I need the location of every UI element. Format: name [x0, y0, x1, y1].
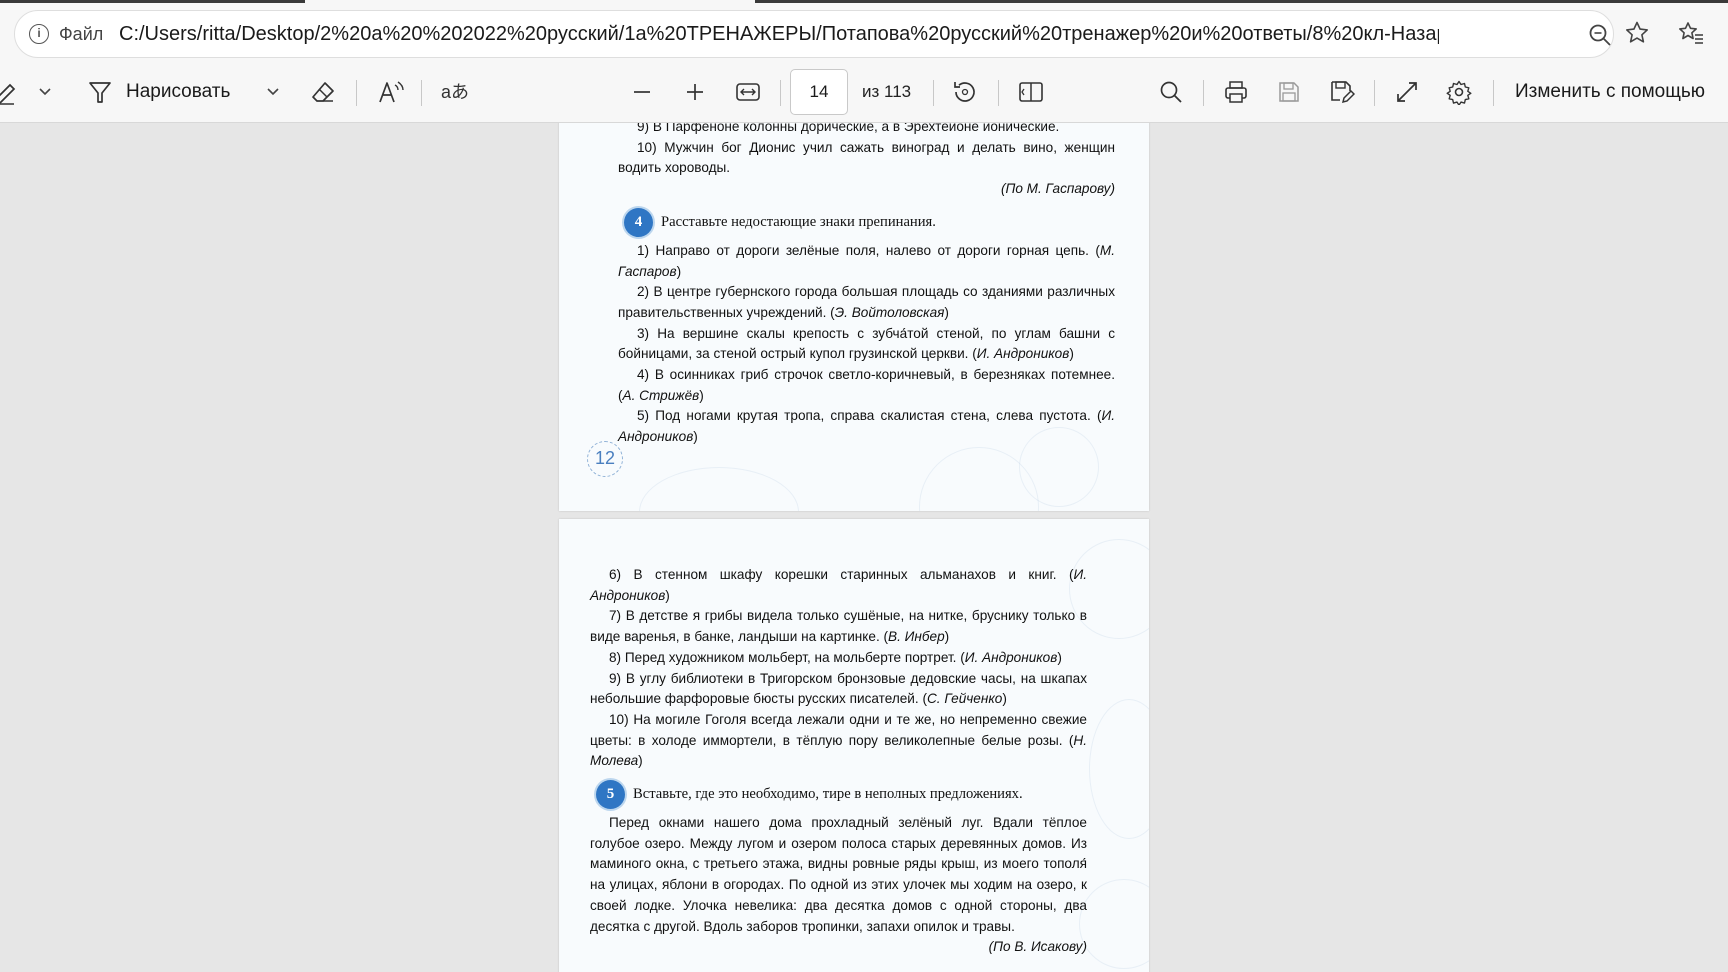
exercise-item: 8) Перед художником мольберт, на мольбер…: [609, 649, 1062, 665]
exercise-item: 3) На вершине скалы крепость с зубча́той…: [618, 325, 1115, 362]
task-instruction: Вставьте, где это необходимо, тире в неп…: [633, 786, 1023, 803]
highlight-icon[interactable]: [0, 77, 18, 107]
eraser-icon[interactable]: [309, 77, 337, 107]
url-text[interactable]: C:/Users/ritta/Desktop/2%20а%20%202022%2…: [119, 23, 1439, 46]
zoom-out-icon[interactable]: [630, 77, 654, 107]
scheme-label: Файл: [59, 24, 104, 44]
save-icon[interactable]: [1275, 77, 1303, 107]
draw-label: Нарисовать: [126, 81, 231, 102]
exercise-item: 1) Направо от дороги зелёные поля, налев…: [618, 242, 1115, 279]
exercise-paragraph: Перед окнами нашего дома прохладный зелё…: [590, 815, 1087, 934]
rotate-icon[interactable]: [951, 77, 979, 107]
pdf-page-13: 6) В стенном шкафу корешки старинных аль…: [559, 519, 1149, 972]
page1-source: (По М. Гаспарову): [1000, 181, 1115, 197]
settings-gear-icon[interactable]: [1445, 77, 1473, 107]
save-as-icon[interactable]: [1328, 77, 1356, 107]
draw-options-chevron-icon[interactable]: [262, 77, 284, 107]
task-5-header: 5 Вставьте, где это необходимо, тире в н…: [596, 780, 1087, 810]
svg-text:aあ: aあ: [441, 82, 469, 102]
fit-width-icon[interactable]: [734, 77, 762, 107]
zoom-in-icon[interactable]: [683, 77, 707, 107]
task-number-badge: 5: [596, 780, 625, 810]
print-icon[interactable]: [1222, 77, 1250, 107]
read-aloud-icon[interactable]: [376, 77, 406, 107]
draw-pen-icon: [89, 82, 111, 103]
page-view-icon[interactable]: [1017, 77, 1045, 107]
task-number-badge: 4: [624, 207, 653, 237]
edit-with-label: Изменить с помощью: [1515, 81, 1706, 102]
page-number-badge: 12: [587, 441, 623, 477]
page-number-input[interactable]: 14: [790, 69, 848, 115]
page1-line: 9) В Парфеноне колонны дорические, а в Э…: [637, 123, 1060, 134]
pdf-toolbar: Нарисовать aあ 14 из 113 Изменить с помощ…: [0, 60, 1728, 123]
exercise-item: 9) В углу библиотеки в Тригорском бронзо…: [590, 670, 1087, 707]
omnibox[interactable]: i Файл C:/Users/ritta/Desktop/2%20а%20%2…: [14, 10, 1614, 58]
exercise-item: 6) В стенном шкафу корешки старинных аль…: [590, 567, 1087, 603]
fullscreen-icon[interactable]: [1393, 77, 1421, 107]
exercise-item: 10) На могиле Гоголя всегда лежали одни …: [590, 711, 1087, 769]
zoom-icon[interactable]: [1587, 22, 1613, 48]
site-info-icon[interactable]: i: [29, 24, 49, 44]
favorite-star-icon[interactable]: [1624, 20, 1650, 46]
exercise-item: 7) В детстве я грибы видела только сушён…: [590, 608, 1087, 645]
task-4-header: 4 Расставьте недостающие знаки препинани…: [624, 207, 1115, 237]
task-instruction: Расставьте недостающие знаки препинания.: [661, 213, 936, 230]
page1-line: 10) Мужчин бог Дионис учил сажать виногр…: [618, 139, 1115, 176]
page2-source: (По В. Исакову): [988, 939, 1087, 955]
exercise-item: 4) В осинниках гриб строчок светло-корич…: [618, 367, 1115, 403]
exercise-item: 5) Под ногами крутая тропа, справа скали…: [618, 408, 1115, 445]
translate-icon[interactable]: aあ: [438, 77, 472, 107]
highlight-options-chevron-icon[interactable]: [34, 77, 56, 107]
tab-strip-edge: [0, 0, 1728, 3]
favorites-list-icon[interactable]: [1678, 20, 1704, 46]
page-total-label: из 113: [862, 82, 912, 101]
pdf-viewport[interactable]: 9) В Парфеноне колонны дорические, а в Э…: [0, 123, 1728, 972]
exercise-item: 2) В центре губернского города большая п…: [618, 284, 1115, 320]
pdf-page-12: 9) В Парфеноне колонны дорические, а в Э…: [559, 123, 1149, 511]
edit-with-button[interactable]: Изменить с помощью: [1515, 77, 1728, 107]
find-icon[interactable]: [1157, 77, 1185, 107]
browser-address-bar: i Файл C:/Users/ritta/Desktop/2%20а%20%2…: [0, 0, 1728, 60]
